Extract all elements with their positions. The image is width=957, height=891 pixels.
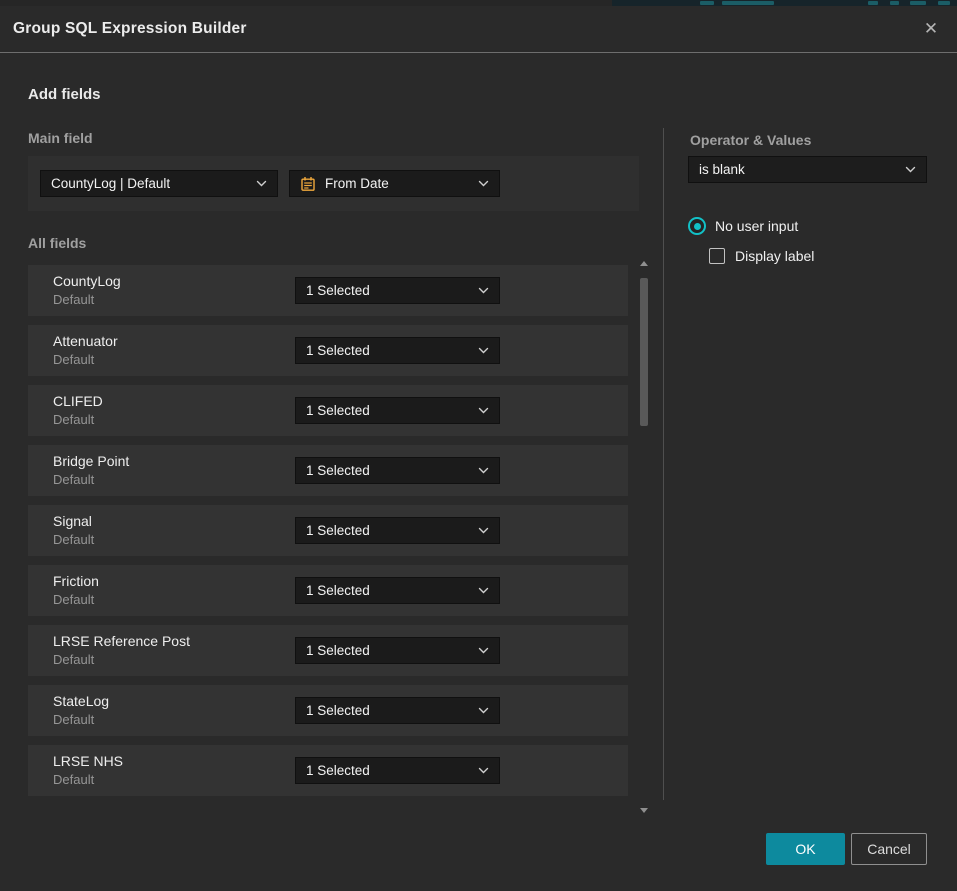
- field-name: CountyLog: [53, 273, 121, 289]
- field-row: CLIFED Default 1 Selected: [28, 385, 628, 436]
- no-user-input-radio[interactable]: No user input: [688, 217, 798, 235]
- field-selection-value: 1 Selected: [306, 343, 370, 358]
- field-row: Attenuator Default 1 Selected: [28, 325, 628, 376]
- chevron-down-icon: [478, 767, 489, 774]
- field-name: CLIFED: [53, 393, 103, 409]
- main-field-label: Main field: [28, 130, 93, 146]
- main-field-source-select[interactable]: CountyLog | Default: [40, 170, 278, 197]
- all-fields-label: All fields: [28, 235, 86, 251]
- field-name: LRSE NHS: [53, 753, 123, 769]
- field-name: LRSE Reference Post: [53, 633, 190, 649]
- field-alias: Default: [53, 712, 94, 727]
- scrollbar-thumb[interactable]: [640, 278, 648, 426]
- screen: Group SQL Expression Builder ✕ Add field…: [0, 0, 957, 891]
- chevron-down-icon: [478, 287, 489, 294]
- field-alias: Default: [53, 772, 94, 787]
- field-row: CountyLog Default 1 Selected: [28, 265, 628, 316]
- main-field-field-select[interactable]: From Date: [289, 170, 500, 197]
- all-fields-rows: CountyLog Default 1 Selected Attenuator …: [28, 265, 628, 805]
- panel-divider: [663, 128, 664, 800]
- scroll-up-icon[interactable]: [640, 261, 648, 266]
- field-row: Friction Default 1 Selected: [28, 565, 628, 616]
- field-selection-select[interactable]: 1 Selected: [295, 517, 500, 544]
- operator-value: is blank: [699, 162, 745, 177]
- operator-select[interactable]: is blank: [688, 156, 927, 183]
- field-name: Friction: [53, 573, 99, 589]
- radio-selected-icon: [688, 217, 706, 235]
- field-selection-select[interactable]: 1 Selected: [295, 337, 500, 364]
- chevron-down-icon: [478, 467, 489, 474]
- field-selection-select[interactable]: 1 Selected: [295, 397, 500, 424]
- chevron-down-icon: [478, 180, 489, 187]
- list-scrollbar: [639, 258, 649, 816]
- field-name: Attenuator: [53, 333, 118, 349]
- field-alias: Default: [53, 352, 94, 367]
- chevron-down-icon: [256, 180, 267, 187]
- field-selection-select[interactable]: 1 Selected: [295, 757, 500, 784]
- field-selection-value: 1 Selected: [306, 763, 370, 778]
- field-name: Bridge Point: [53, 453, 129, 469]
- chevron-down-icon: [478, 347, 489, 354]
- field-selection-value: 1 Selected: [306, 643, 370, 658]
- field-alias: Default: [53, 412, 94, 427]
- close-icon[interactable]: ✕: [918, 16, 944, 42]
- field-name: StateLog: [53, 693, 109, 709]
- field-selection-select[interactable]: 1 Selected: [295, 637, 500, 664]
- no-user-input-label: No user input: [715, 218, 798, 234]
- display-label-label: Display label: [735, 248, 814, 264]
- chevron-down-icon: [478, 707, 489, 714]
- field-selection-value: 1 Selected: [306, 403, 370, 418]
- main-field-panel: CountyLog | Default: [28, 156, 639, 211]
- field-row: LRSE NHS Default 1 Selected: [28, 745, 628, 796]
- chevron-down-icon: [478, 647, 489, 654]
- group-sql-expression-builder-dialog: Group SQL Expression Builder ✕ Add field…: [0, 6, 957, 891]
- calendar-date-icon: [300, 176, 316, 192]
- field-row: StateLog Default 1 Selected: [28, 685, 628, 736]
- field-selection-select[interactable]: 1 Selected: [295, 577, 500, 604]
- field-selection-value: 1 Selected: [306, 703, 370, 718]
- dialog-title: Group SQL Expression Builder: [13, 6, 247, 52]
- field-selection-select[interactable]: 1 Selected: [295, 457, 500, 484]
- field-selection-value: 1 Selected: [306, 583, 370, 598]
- cancel-button[interactable]: Cancel: [851, 833, 927, 865]
- field-selection-select[interactable]: 1 Selected: [295, 697, 500, 724]
- chevron-down-icon: [905, 166, 916, 173]
- field-selection-value: 1 Selected: [306, 283, 370, 298]
- field-alias: Default: [53, 592, 94, 607]
- ok-button[interactable]: OK: [766, 833, 845, 865]
- scroll-down-icon[interactable]: [640, 808, 648, 813]
- chevron-down-icon: [478, 587, 489, 594]
- field-row: Bridge Point Default 1 Selected: [28, 445, 628, 496]
- chevron-down-icon: [478, 407, 489, 414]
- field-name: Signal: [53, 513, 92, 529]
- field-alias: Default: [53, 292, 94, 307]
- field-selection-select[interactable]: 1 Selected: [295, 277, 500, 304]
- dialog-titlebar: Group SQL Expression Builder ✕: [0, 6, 957, 53]
- display-label-checkbox[interactable]: Display label: [709, 248, 814, 264]
- main-field-source-value: CountyLog | Default: [51, 176, 170, 191]
- field-alias: Default: [53, 532, 94, 547]
- field-row: LRSE Reference Post Default 1 Selected: [28, 625, 628, 676]
- field-alias: Default: [53, 472, 94, 487]
- chevron-down-icon: [478, 527, 489, 534]
- operator-values-label: Operator & Values: [690, 132, 811, 148]
- field-selection-value: 1 Selected: [306, 463, 370, 478]
- add-fields-heading: Add fields: [28, 86, 101, 103]
- field-alias: Default: [53, 652, 94, 667]
- field-row: Signal Default 1 Selected: [28, 505, 628, 556]
- checkbox-unchecked-icon: [709, 248, 725, 264]
- main-field-field-value: From Date: [325, 176, 389, 191]
- field-selection-value: 1 Selected: [306, 523, 370, 538]
